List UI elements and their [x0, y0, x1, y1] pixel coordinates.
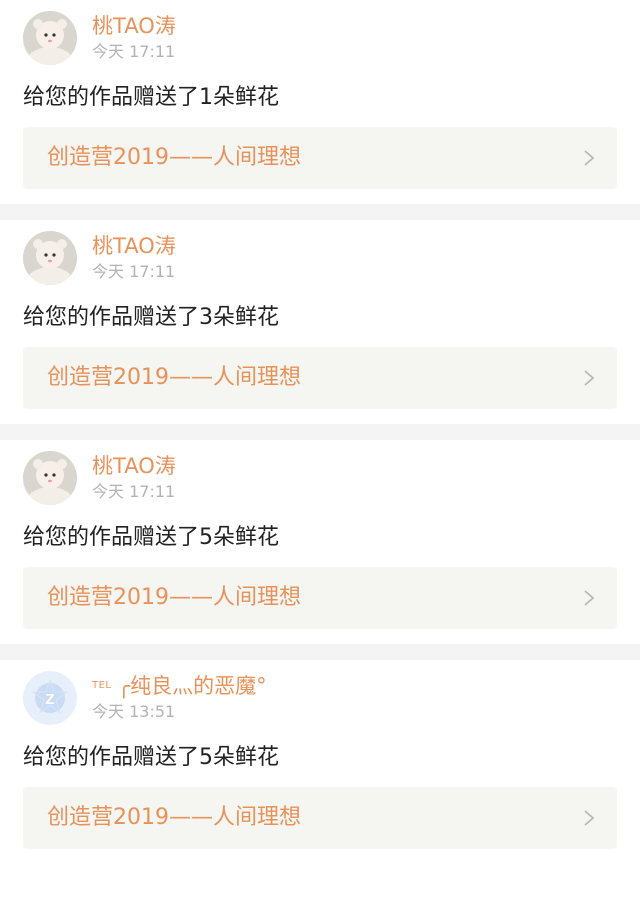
avatar[interactable]: Z [23, 671, 77, 725]
notification-message: 给您的作品赠送了1朵鲜花 [23, 85, 279, 110]
timestamp: 今天 17:11 [92, 482, 176, 501]
timestamp: 今天 17:11 [92, 42, 176, 61]
work-link-card[interactable]: 创造营2019——人间理想 [23, 567, 617, 629]
timestamp: 今天 17:11 [92, 262, 176, 281]
tel-badge: TEL [92, 680, 112, 691]
chevron-right-icon [583, 149, 595, 171]
card-separator [0, 204, 640, 220]
avatar[interactable] [23, 451, 77, 505]
chevron-right-icon [583, 589, 595, 611]
username[interactable]: 桃TAO涛 [92, 453, 176, 479]
username[interactable]: TEL ╭纯良灬的恶魔° [92, 673, 267, 699]
username[interactable]: 桃TAO涛 [92, 13, 176, 39]
notification-message: 给您的作品赠送了5朵鲜花 [23, 525, 279, 550]
avatar[interactable] [23, 11, 77, 65]
notification-card: 桃TAO涛 今天 17:11 给您的作品赠送了1朵鲜花 创造营2019——人间理… [0, 0, 640, 204]
chevron-right-icon [583, 809, 595, 831]
avatar[interactable] [23, 231, 77, 285]
work-title: 创造营2019——人间理想 [47, 145, 301, 170]
work-link-card[interactable]: 创造营2019——人间理想 [23, 127, 617, 189]
username[interactable]: 桃TAO涛 [92, 233, 176, 259]
work-title: 创造营2019——人间理想 [47, 805, 301, 830]
card-separator [0, 644, 640, 660]
notification-card: 桃TAO涛 今天 17:11 给您的作品赠送了5朵鲜花 创造营2019——人间理… [0, 440, 640, 644]
notification-card: 桃TAO涛 今天 17:11 给您的作品赠送了3朵鲜花 创造营2019——人间理… [0, 220, 640, 424]
svg-text:Z: Z [45, 691, 54, 708]
work-link-card[interactable]: 创造营2019——人间理想 [23, 347, 617, 409]
work-title: 创造营2019——人间理想 [47, 585, 301, 610]
work-title: 创造营2019——人间理想 [47, 365, 301, 390]
card-separator [0, 424, 640, 440]
notification-message: 给您的作品赠送了5朵鲜花 [23, 745, 279, 770]
notification-feed: 桃TAO涛 今天 17:11 给您的作品赠送了1朵鲜花 创造营2019——人间理… [0, 0, 640, 864]
timestamp: 今天 13:51 [92, 702, 176, 721]
chevron-right-icon [583, 369, 595, 391]
work-link-card[interactable]: 创造营2019——人间理想 [23, 787, 617, 849]
notification-card: Z TEL ╭纯良灬的恶魔° 今天 13:51 给您的作品赠送了5朵鲜花 创造营2… [0, 660, 640, 864]
notification-message: 给您的作品赠送了3朵鲜花 [23, 305, 279, 330]
